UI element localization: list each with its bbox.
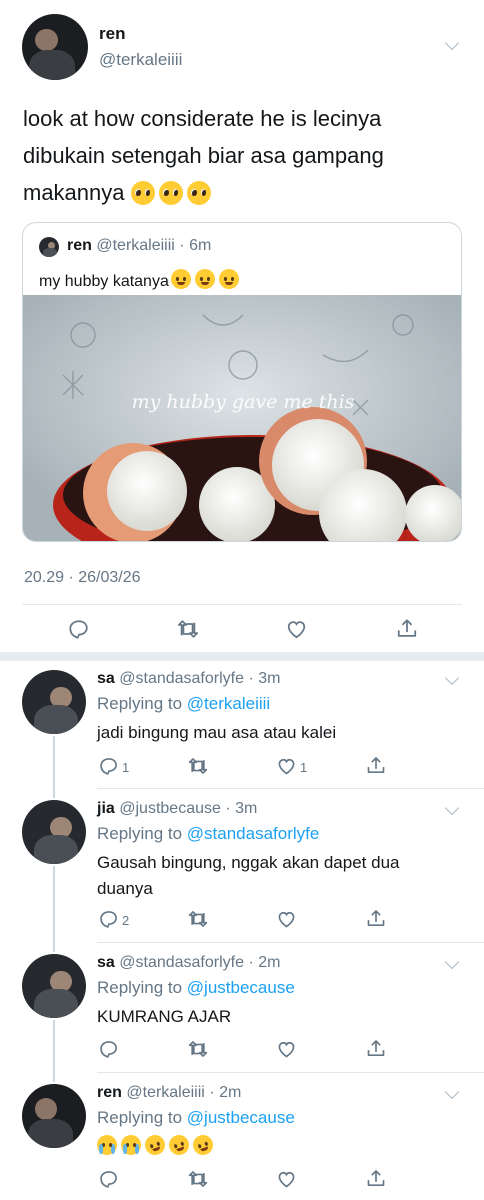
- chevron-down-icon[interactable]: [444, 800, 460, 816]
- divider: [22, 604, 462, 605]
- pleading-face-emoji: [158, 181, 183, 205]
- quoted-tweet[interactable]: ren @terkaleiiii · 6m my hubby katanya m…: [22, 222, 462, 542]
- chevron-down-icon[interactable]: [444, 670, 460, 686]
- reply-text: KUMRANG AJAR: [97, 1007, 232, 1026]
- share-icon[interactable]: [366, 908, 386, 929]
- avatar[interactable]: [22, 14, 88, 80]
- face-savoring-food-emoji: [218, 269, 239, 289]
- author-name[interactable]: ren: [99, 24, 125, 44]
- reply-icon[interactable]: [99, 756, 119, 776]
- reply-header: ren @terkaleiiii · 2m: [97, 1084, 241, 1102]
- thread-line: [53, 1020, 55, 1082]
- rolling-on-floor-laughing-emoji: [142, 1132, 168, 1158]
- retweet-icon[interactable]: [176, 618, 200, 640]
- reply-header: jia @justbecause · 3m: [97, 800, 257, 818]
- replying-to: Replying to @justbecause: [97, 1108, 295, 1127]
- section-separator: [0, 652, 484, 661]
- retweet-icon[interactable]: [187, 756, 209, 776]
- replying-to: Replying to @terkaleiiii: [97, 694, 271, 713]
- like-count: 1: [300, 760, 308, 775]
- replying-to: Replying to @standasaforlyfe: [97, 824, 320, 843]
- reply-count: 2: [122, 913, 130, 928]
- author-name[interactable]: jia: [97, 800, 115, 817]
- share-icon[interactable]: [396, 617, 418, 640]
- like-icon[interactable]: [285, 618, 308, 640]
- quoted-handle-time: @terkaleiiii · 6m: [96, 237, 212, 254]
- author-handle[interactable]: @terkaleiiii: [99, 50, 182, 70]
- reply-icon[interactable]: [99, 1169, 119, 1189]
- thread-line: [53, 736, 55, 798]
- chevron-down-icon[interactable]: [444, 954, 460, 970]
- author-name[interactable]: ren: [97, 1084, 122, 1101]
- reply-text: [97, 1132, 457, 1160]
- reply-header: sa @standasaforlyfe · 3m: [97, 670, 280, 688]
- avatar[interactable]: [22, 1084, 86, 1148]
- chevron-down-icon[interactable]: [444, 1084, 460, 1100]
- like-icon[interactable]: [276, 909, 297, 929]
- quoted-avatar: [39, 237, 59, 257]
- loudly-crying-emoji: [121, 1135, 141, 1155]
- mention-link[interactable]: @standasaforlyfe: [187, 824, 320, 843]
- retweet-icon[interactable]: [187, 1169, 209, 1189]
- rolling-on-floor-laughing-emoji: [166, 1132, 192, 1158]
- face-savoring-food-emoji: [194, 269, 215, 289]
- image-caption: my hubby gave me this: [131, 391, 355, 413]
- loudly-crying-emoji: [97, 1135, 117, 1155]
- reply-header: sa @standasaforlyfe · 2m: [97, 954, 280, 972]
- author-handle-time[interactable]: @terkaleiiii · 2m: [126, 1084, 241, 1101]
- reply-icon[interactable]: [68, 618, 90, 640]
- like-icon[interactable]: [276, 756, 297, 776]
- divider: [97, 1072, 484, 1073]
- like-icon[interactable]: [276, 1169, 297, 1189]
- avatar[interactable]: [22, 670, 86, 734]
- quoted-text: my hubby katanya: [39, 269, 243, 291]
- share-icon[interactable]: [366, 1168, 386, 1189]
- quoted-image[interactable]: my hubby gave me this: [23, 295, 461, 541]
- reply-text: jadi bingung mau asa atau kalei: [97, 723, 337, 742]
- lychee-photo: [23, 295, 461, 541]
- thread-line: [53, 866, 55, 952]
- chevron-down-icon[interactable]: [444, 35, 460, 51]
- avatar[interactable]: [22, 800, 86, 864]
- pleading-face-emoji: [130, 181, 155, 205]
- share-icon[interactable]: [366, 755, 386, 776]
- rolling-on-floor-laughing-emoji: [190, 1132, 216, 1158]
- author-handle-time[interactable]: @justbecause · 3m: [119, 800, 257, 817]
- author-name[interactable]: sa: [97, 954, 115, 971]
- avatar[interactable]: [22, 954, 86, 1018]
- replying-to: Replying to @justbecause: [97, 978, 295, 997]
- mention-link[interactable]: @justbecause: [187, 1108, 295, 1127]
- face-savoring-food-emoji: [170, 269, 191, 289]
- reply-count: 1: [122, 760, 130, 775]
- author-handle-time[interactable]: @standasaforlyfe · 2m: [119, 954, 280, 971]
- mention-link[interactable]: @justbecause: [187, 978, 295, 997]
- reply-icon[interactable]: [99, 909, 119, 929]
- divider: [97, 788, 484, 789]
- retweet-icon[interactable]: [187, 1039, 209, 1059]
- retweet-icon[interactable]: [187, 909, 209, 929]
- author-name[interactable]: sa: [97, 670, 115, 687]
- author-handle-time[interactable]: @standasaforlyfe · 3m: [119, 670, 280, 687]
- mention-link[interactable]: @terkaleiiii: [187, 694, 270, 713]
- reply-icon[interactable]: [99, 1039, 119, 1059]
- quoted-author-name: ren: [67, 237, 92, 254]
- divider: [97, 942, 484, 943]
- quoted-header: ren @terkaleiiii · 6m: [67, 237, 211, 255]
- like-icon[interactable]: [276, 1039, 297, 1059]
- share-icon[interactable]: [366, 1038, 386, 1059]
- tweet-timestamp[interactable]: 20.29 · 26/03/26: [24, 569, 141, 587]
- tweet-text: look at how considerate he is lecinya di…: [23, 106, 384, 205]
- pleading-face-emoji: [186, 181, 211, 205]
- reply-text: Gausah bingung, nggak akan dapet dua dua…: [97, 853, 400, 898]
